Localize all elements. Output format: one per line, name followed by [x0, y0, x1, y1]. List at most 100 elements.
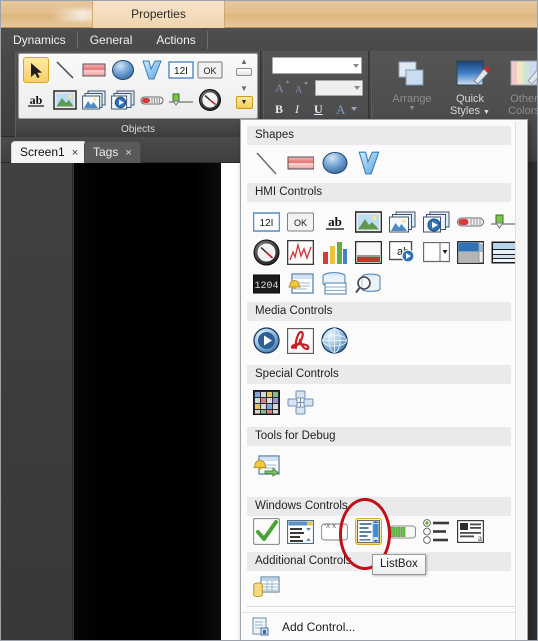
objects-gallery-strip: 12I OK ab ▲ ▼ ▼: [18, 53, 258, 119]
rectangle-icon[interactable]: [287, 149, 314, 176]
svg-text:12I: 12I: [174, 66, 188, 77]
arrange-button[interactable]: Arrange ▼: [386, 59, 438, 113]
objects-more-button[interactable]: ▼: [235, 96, 253, 109]
objects-scroll-up-button[interactable]: ▲: [234, 57, 254, 66]
numeric-display-icon[interactable]: 12I: [253, 208, 280, 235]
objects-scroll-down-button[interactable]: ▼: [234, 83, 254, 94]
bold-button[interactable]: B: [275, 102, 283, 117]
combo-box-icon[interactable]: [423, 239, 450, 266]
line-icon[interactable]: [52, 57, 78, 83]
chevron-down-icon: [354, 86, 360, 90]
svg-text:a: a: [478, 533, 482, 543]
tooltip: ListBox: [372, 554, 426, 575]
grow-font-button[interactable]: A: [273, 79, 291, 95]
gallery-scrollbar[interactable]: [515, 121, 526, 640]
image-list-icon[interactable]: [389, 208, 416, 235]
select-arrow-icon[interactable]: [23, 57, 49, 83]
objects-group-footer: Objects: [16, 121, 260, 137]
svg-text:A: A: [295, 85, 303, 96]
gallery-section-header-debug: Tools for Debug: [247, 427, 511, 446]
svg-text:A: A: [336, 102, 346, 117]
font-size-combo[interactable]: [315, 80, 363, 96]
svg-text:x x: x x: [326, 521, 336, 530]
ribbon-tab-general[interactable]: General: [78, 29, 145, 51]
close-icon[interactable]: ×: [125, 147, 131, 159]
gallery-row-media: [253, 327, 355, 354]
ribbon-tab-strip: Dynamics General Actions: [1, 28, 537, 52]
close-icon[interactable]: ×: [72, 147, 78, 159]
progress-bar-icon[interactable]: [389, 518, 416, 545]
rectangle-icon[interactable]: [81, 57, 107, 83]
pdf-viewer-icon[interactable]: [287, 327, 314, 354]
chevron-down-icon: [353, 63, 359, 68]
gauge-icon[interactable]: [253, 239, 280, 266]
media-player-icon[interactable]: [253, 327, 280, 354]
chevron-down-icon[interactable]: ▼: [483, 109, 490, 116]
document-tab-label: Screen1: [20, 145, 65, 159]
underline-button[interactable]: U: [314, 102, 323, 117]
symbol-factory-icon[interactable]: [287, 389, 314, 416]
add-control-row[interactable]: Add Control...: [242, 612, 527, 640]
polygon-icon[interactable]: [355, 149, 382, 176]
slider-icon[interactable]: [491, 208, 518, 235]
add-control-icon: [252, 617, 272, 637]
document-tab-screen1[interactable]: Screen1 ×: [11, 141, 88, 163]
contextual-tab-properties[interactable]: Properties: [92, 1, 225, 28]
svg-text:A: A: [275, 81, 284, 95]
document-tab-tags[interactable]: Tags ×: [84, 141, 141, 163]
document-tab-label: Tags: [93, 145, 119, 159]
recipe-grid-icon[interactable]: [253, 574, 280, 601]
trend-chart-icon[interactable]: [287, 239, 314, 266]
polygon-icon[interactable]: [139, 57, 165, 83]
debug-alarm-icon[interactable]: [253, 452, 280, 479]
alarm-window-icon[interactable]: [287, 270, 314, 297]
database-grid-icon[interactable]: [321, 270, 348, 297]
database-query-icon[interactable]: [355, 270, 382, 297]
media-list-icon[interactable]: [423, 208, 450, 235]
font-color-button[interactable]: A: [335, 101, 361, 117]
ellipse-icon[interactable]: [110, 57, 136, 83]
other-colors-button[interactable]: Other Colors: [498, 59, 537, 117]
italic-button[interactable]: I: [295, 102, 299, 117]
button-icon[interactable]: OK: [197, 57, 223, 83]
image-icon[interactable]: [355, 208, 382, 235]
ribbon-group-objects: 12I OK ab ▲ ▼ ▼ Objects: [15, 51, 261, 137]
bar-chart-icon[interactable]: [321, 239, 348, 266]
data-grid-icon[interactable]: [287, 518, 314, 545]
ellipse-icon[interactable]: [321, 149, 348, 176]
chevron-down-icon[interactable]: ▼: [386, 105, 438, 113]
quick-styles-button[interactable]: Quick Styles ▼: [444, 59, 496, 119]
check-box-icon[interactable]: [253, 518, 280, 545]
keypad-icon[interactable]: [253, 389, 280, 416]
image-icon[interactable]: [52, 87, 78, 113]
scroll-panel-icon[interactable]: [457, 239, 484, 266]
thermometer-icon[interactable]: [457, 208, 484, 235]
radio-button-icon[interactable]: [423, 518, 450, 545]
list-box-icon[interactable]: [355, 518, 382, 545]
text-box-icon[interactable]: x x: [321, 518, 348, 545]
gallery-section-header-hmi: HMI Controls: [247, 183, 511, 202]
gallery-row-debug: [253, 452, 287, 479]
seven-segment-display-icon[interactable]: 1204: [253, 270, 280, 297]
image-list-icon[interactable]: [81, 87, 107, 113]
thermometer-icon[interactable]: [139, 87, 165, 113]
panel-icon[interactable]: [355, 239, 382, 266]
gauge-icon[interactable]: [197, 87, 223, 113]
button-icon[interactable]: OK: [287, 208, 314, 235]
slider-icon[interactable]: [168, 87, 194, 113]
font-name-combo[interactable]: [272, 57, 362, 74]
web-browser-icon[interactable]: [321, 327, 348, 354]
numeric-display-icon[interactable]: 12I: [168, 57, 194, 83]
rich-text-icon[interactable]: a: [457, 518, 484, 545]
media-list-icon[interactable]: [110, 87, 136, 113]
screen-canvas[interactable]: [74, 163, 221, 640]
text-icon[interactable]: ab: [23, 87, 49, 113]
group-box-icon[interactable]: [491, 239, 518, 266]
text-icon[interactable]: ab: [321, 208, 348, 235]
shrink-font-button[interactable]: A: [293, 80, 311, 96]
animated-text-icon[interactable]: ab: [389, 239, 416, 266]
ribbon-tab-actions[interactable]: Actions: [144, 29, 209, 51]
line-icon[interactable]: [253, 149, 280, 176]
objects-scroll-thumb[interactable]: [236, 68, 252, 76]
ribbon-tab-dynamics[interactable]: Dynamics: [1, 29, 78, 51]
